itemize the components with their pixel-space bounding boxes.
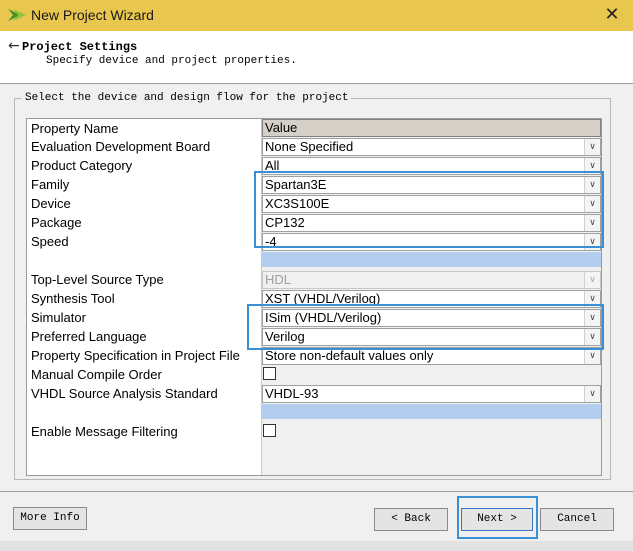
preferred-language-dropdown[interactable]: Verilog ∨ <box>262 328 601 346</box>
property-table: Property Name Value Evaluation Developme… <box>26 118 602 476</box>
family-dropdown[interactable]: Spartan3E ∨ <box>262 176 601 194</box>
row-label-speed: Speed <box>31 234 69 249</box>
top-level-source-dropdown: HDL ∨ <box>262 271 601 289</box>
title-bar: New Project Wizard ✕ <box>0 0 633 31</box>
page-subtitle: Specify device and project properties. <box>46 55 297 67</box>
chevron-down-icon[interactable]: ∨ <box>584 234 600 250</box>
synthesis-tool-dropdown[interactable]: XST (VHDL/Verilog) ∨ <box>262 290 601 308</box>
chevron-down-icon[interactable]: ∨ <box>584 158 600 174</box>
row-label-eval-board: Evaluation Development Board <box>31 139 211 154</box>
row-label-property-specification: Property Specification in Project File <box>31 348 240 363</box>
row-label-package: Package <box>31 215 82 230</box>
chevron-down-icon[interactable]: ∨ <box>584 196 600 212</box>
row-separator-strip <box>262 404 601 419</box>
wizard-header: ← Project Settings Specify device and pr… <box>0 31 633 83</box>
row-label-device: Device <box>31 196 71 211</box>
manual-compile-order-checkbox[interactable] <box>263 367 276 380</box>
back-button[interactable]: < Back <box>374 508 448 531</box>
group-label: Select the device and design flow for th… <box>22 92 352 104</box>
next-button[interactable]: Next > <box>461 508 533 531</box>
chevron-down-icon[interactable]: ∨ <box>584 348 600 364</box>
row-label-product-category: Product Category <box>31 158 133 173</box>
vhdl-standard-value: VHDL-93 <box>265 386 319 401</box>
family-value: Spartan3E <box>265 177 327 192</box>
speed-value: -4 <box>265 234 277 249</box>
vhdl-standard-dropdown[interactable]: VHDL-93 ∨ <box>262 385 601 403</box>
chevron-down-icon[interactable]: ∨ <box>584 215 600 231</box>
chevron-down-icon[interactable]: ∨ <box>584 329 600 345</box>
row-label-preferred-language: Preferred Language <box>31 329 147 344</box>
column-header-property-label: Property Name <box>31 121 119 136</box>
product-category-value: All <box>265 158 280 173</box>
header-divider <box>0 83 633 84</box>
message-filtering-checkbox[interactable] <box>263 424 276 437</box>
synthesis-tool-value: XST (VHDL/Verilog) <box>265 291 381 306</box>
chevron-down-icon[interactable]: ∨ <box>584 139 600 155</box>
window-bottom-edge <box>0 541 633 551</box>
device-dropdown[interactable]: XC3S100E ∨ <box>262 195 601 213</box>
chevron-down-icon: ∨ <box>584 272 600 288</box>
row-separator-strip <box>262 252 601 267</box>
device-value: XC3S100E <box>265 196 330 211</box>
window-title: New Project Wizard <box>31 7 154 23</box>
row-label-family: Family <box>31 177 70 192</box>
chevron-down-icon[interactable]: ∨ <box>584 291 600 307</box>
row-label-simulator: Simulator <box>31 310 86 325</box>
more-info-button[interactable]: More Info <box>13 507 87 530</box>
chevron-down-icon[interactable]: ∨ <box>584 310 600 326</box>
cancel-button[interactable]: Cancel <box>540 508 614 531</box>
row-label-synthesis-tool: Synthesis Tool <box>31 291 115 306</box>
column-header-value-label: Value <box>265 120 298 135</box>
footer-divider <box>0 491 633 492</box>
simulator-dropdown[interactable]: ISim (VHDL/Verilog) ∨ <box>262 309 601 327</box>
package-value: CP132 <box>265 215 305 230</box>
row-label-message-filtering: Enable Message Filtering <box>31 424 178 439</box>
page-title: Project Settings <box>22 40 138 54</box>
row-label-vhdl-standard: VHDL Source Analysis Standard <box>31 386 218 401</box>
row-label-top-level-source: Top-Level Source Type <box>31 272 164 287</box>
chevron-down-icon[interactable]: ∨ <box>584 177 600 193</box>
top-level-source-value: HDL <box>265 272 292 287</box>
eval-board-dropdown[interactable]: None Specified ∨ <box>262 138 601 156</box>
chevron-down-icon[interactable]: ∨ <box>584 386 600 402</box>
eval-board-value: None Specified <box>265 139 354 154</box>
column-header-value: Value <box>262 119 601 137</box>
package-dropdown[interactable]: CP132 ∨ <box>262 214 601 232</box>
ise-logo-icon <box>8 9 26 21</box>
back-arrow-icon[interactable]: ← <box>8 39 20 53</box>
speed-dropdown[interactable]: -4 ∨ <box>262 233 601 251</box>
property-specification-value: Store non-default values only <box>265 348 434 363</box>
property-specification-dropdown[interactable]: Store non-default values only ∨ <box>262 347 601 365</box>
close-icon[interactable]: ✕ <box>601 4 623 26</box>
simulator-value: ISim (VHDL/Verilog) <box>265 310 382 325</box>
row-label-manual-compile-order: Manual Compile Order <box>31 367 162 382</box>
preferred-language-value: Verilog <box>265 329 305 344</box>
product-category-dropdown[interactable]: All ∨ <box>262 157 601 175</box>
